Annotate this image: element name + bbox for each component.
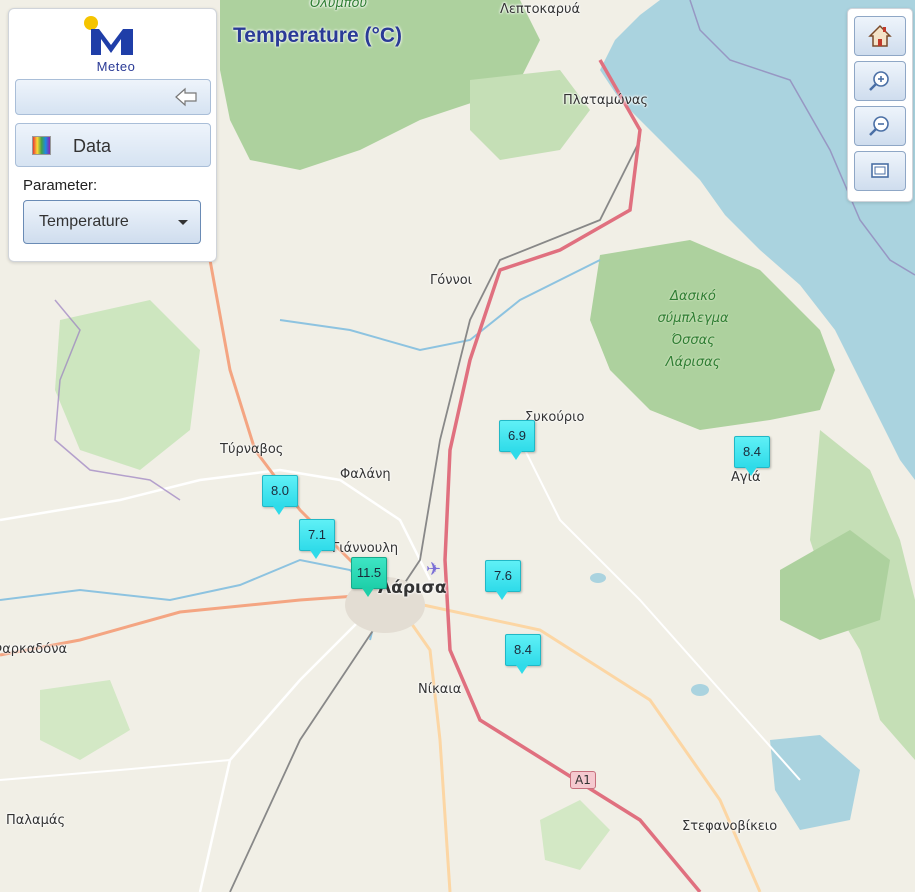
place-palamas: Παλαμάς <box>6 813 66 828</box>
arrow-left-icon <box>175 87 197 107</box>
full-extent-icon <box>871 163 889 178</box>
place-farkadona: Φαρκαδόνα <box>0 642 68 657</box>
data-button-label: Data <box>73 136 112 156</box>
control-panel: Meteo Data Parameter: Temperature <box>8 8 217 262</box>
place-falani: Φαλάνη <box>340 467 391 482</box>
meteo-logo: Meteo <box>81 15 151 75</box>
collapse-panel-button[interactable] <box>15 79 211 115</box>
station-marker[interactable]: 8.4 <box>505 634 541 674</box>
zoom-out-button[interactable] <box>854 106 906 146</box>
place-stefanovikeio: Στεφανοβίκειο <box>682 819 778 834</box>
station-marker[interactable]: 8.4 <box>734 436 770 476</box>
data-section-button[interactable]: Data <box>15 123 211 167</box>
forest-label-ossa: Δασικό σύμπλεγμα Όσσας Λάρισας <box>638 286 748 374</box>
forest-label-line: σύμπλεγμα <box>657 311 729 326</box>
station-marker[interactable]: 7.6 <box>485 560 521 600</box>
home-icon <box>868 24 892 47</box>
place-larisa: Λάρισα <box>378 578 447 598</box>
meteo-logo-icon <box>84 16 133 55</box>
parameter-select[interactable]: Temperature <box>23 200 201 244</box>
full-extent-button[interactable] <box>854 151 906 191</box>
pond-1 <box>590 573 606 583</box>
zoom-in-icon <box>869 71 889 91</box>
place-leptokarya: Λεπτοκαρυά <box>500 2 581 17</box>
place-gonnoi: Γόννοι <box>430 273 473 288</box>
station-marker[interactable]: 11.5 <box>351 557 387 597</box>
zoom-in-button[interactable] <box>854 61 906 101</box>
place-tyrnavos: Τύρναβος <box>220 442 284 457</box>
parameter-label: Parameter: <box>23 177 98 194</box>
forest-label-line: Λάρισας <box>665 355 721 370</box>
color-spectrum-icon <box>32 136 51 155</box>
logo-text: Meteo <box>96 59 136 74</box>
parameter-select-value: Temperature <box>39 213 129 230</box>
station-marker[interactable]: 7.1 <box>299 519 335 559</box>
pond-2 <box>691 684 709 696</box>
map-title: Temperature (°C) <box>233 24 403 47</box>
airport-icon: ✈ <box>426 559 441 579</box>
place-platamonas: Πλαταμώνας <box>563 93 649 108</box>
chevron-down-icon <box>178 220 188 225</box>
place-olympou: Ολύμπου <box>310 0 368 11</box>
home-button[interactable] <box>854 16 906 56</box>
forest-label-line: Δασικό <box>670 289 716 304</box>
road-shield-a1: A1 <box>570 771 596 789</box>
zoom-out-icon <box>869 116 889 136</box>
station-marker[interactable]: 8.0 <box>262 475 298 515</box>
forest-label-line: Όσσας <box>671 333 715 348</box>
place-nikaia: Νίκαια <box>418 682 462 697</box>
map-toolbar <box>847 8 913 202</box>
station-marker[interactable]: 6.9 <box>499 420 535 460</box>
place-giannouli: Γιάννουλη <box>332 541 399 556</box>
